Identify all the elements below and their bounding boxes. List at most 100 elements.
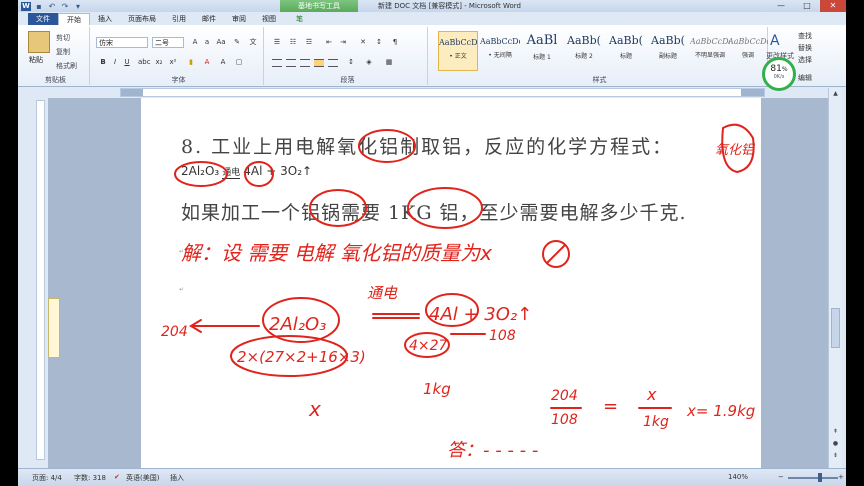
context-tab-group: 基地书写工具 bbox=[280, 0, 358, 12]
increase-indent-icon[interactable]: ⇥ bbox=[338, 37, 348, 47]
font-group-label: 字体 bbox=[171, 76, 186, 84]
vertical-ruler[interactable] bbox=[36, 100, 45, 460]
clear-format-icon[interactable]: ✎ bbox=[232, 37, 242, 47]
horizontal-ruler[interactable] bbox=[120, 88, 765, 97]
font-size-select[interactable]: 二号 bbox=[152, 37, 184, 48]
show-marks-icon[interactable]: ¶ bbox=[390, 37, 400, 47]
redo-icon[interactable]: ↷ bbox=[60, 2, 70, 11]
style-emphasis[interactable]: AaBbCcDd 强调 bbox=[728, 31, 768, 71]
customize-qat-icon[interactable]: ▾ bbox=[73, 2, 83, 11]
clipboard-group: 粘贴 剪切 复制 格式刷 剪贴板 bbox=[22, 27, 90, 85]
style-subtitle[interactable]: AaBb( 副标题 bbox=[648, 31, 688, 71]
browse-object-icon[interactable]: ● bbox=[831, 440, 840, 449]
shrink-font-icon[interactable]: a bbox=[202, 37, 212, 47]
align-center-icon[interactable] bbox=[286, 59, 296, 67]
select-button[interactable]: 选择 bbox=[798, 55, 812, 65]
style-heading-1[interactable]: AaBl 标题 1 bbox=[522, 31, 562, 71]
superscript-icon[interactable]: x² bbox=[168, 57, 178, 67]
distributed-icon[interactable] bbox=[328, 59, 338, 67]
align-left-icon[interactable] bbox=[272, 59, 282, 67]
change-case-icon[interactable]: Aa bbox=[216, 37, 226, 47]
word-app-icon[interactable]: W bbox=[21, 1, 31, 11]
tab-insert[interactable]: 插入 bbox=[90, 13, 120, 25]
tab-view[interactable]: 视图 bbox=[254, 13, 284, 25]
font-name-select[interactable]: 仿宋 bbox=[96, 37, 148, 48]
tab-file[interactable]: 文件 bbox=[28, 13, 58, 25]
vertical-scrollbar[interactable]: ▲ ⇞ ● ⇟ bbox=[828, 88, 842, 468]
scroll-up-icon[interactable]: ▲ bbox=[831, 90, 840, 99]
subscript-icon[interactable]: x₂ bbox=[154, 57, 164, 67]
cut-button[interactable]: 剪切 bbox=[56, 33, 70, 43]
tab-references[interactable]: 引用 bbox=[164, 13, 194, 25]
bold-icon[interactable]: B bbox=[98, 57, 108, 67]
format-painter-button[interactable]: 格式刷 bbox=[56, 61, 77, 71]
undo-icon[interactable]: ↶ bbox=[47, 2, 57, 11]
style-name: • 无间隔 bbox=[488, 52, 512, 59]
document-page[interactable]: 8. 工业上用电解氧化铝制取铝，反应的化学方程式： 2Al₂O₃ 通电 4Al + … bbox=[141, 98, 761, 468]
maximize-button[interactable]: □ bbox=[794, 0, 820, 12]
prev-page-icon[interactable]: ⇞ bbox=[831, 428, 840, 437]
highlight-icon[interactable]: ▮ bbox=[186, 57, 196, 67]
bullets-icon[interactable]: ☰ bbox=[272, 37, 282, 47]
style-heading-2[interactable]: AaBb( 标题 2 bbox=[564, 31, 604, 71]
status-insert-mode[interactable]: 插入 bbox=[170, 473, 184, 483]
status-page[interactable]: 页面: 4/4 bbox=[32, 473, 62, 483]
justify-icon[interactable] bbox=[314, 59, 324, 67]
style-name: 强调 bbox=[741, 52, 754, 59]
style-sample: AaBb( bbox=[567, 34, 601, 47]
status-zoom[interactable]: 140% bbox=[728, 473, 748, 481]
font-color-icon[interactable]: A bbox=[202, 57, 212, 67]
network-speed-badge: 81% 0K/s bbox=[762, 57, 796, 91]
borders-icon[interactable]: ▦ bbox=[384, 57, 394, 67]
numbering-icon[interactable]: ☷ bbox=[288, 37, 298, 47]
save-icon[interactable]: ▪ bbox=[34, 2, 44, 11]
minimize-button[interactable]: — bbox=[768, 0, 794, 12]
close-button[interactable]: ✕ bbox=[820, 0, 846, 12]
scroll-thumb[interactable] bbox=[831, 308, 840, 348]
tab-mailings[interactable]: 邮件 bbox=[194, 13, 224, 25]
zoom-in-button[interactable]: + bbox=[838, 473, 844, 481]
char-border-icon[interactable]: ▢ bbox=[234, 57, 244, 67]
line-spacing-icon[interactable]: ↕ bbox=[346, 57, 356, 67]
next-page-icon[interactable]: ⇟ bbox=[831, 452, 840, 461]
side-tab[interactable] bbox=[48, 298, 60, 358]
document-canvas: 8. 工业上用电解氧化铝制取铝，反应的化学方程式： 2Al₂O₃ 通电 4Al + … bbox=[48, 98, 828, 468]
sort-icon[interactable]: ↕ bbox=[374, 37, 384, 47]
char-shading-icon[interactable]: A bbox=[218, 57, 228, 67]
paste-icon[interactable] bbox=[28, 31, 50, 53]
style-subtle-emphasis[interactable]: AaBbCcDd 不明显强调 bbox=[690, 31, 730, 71]
hw-answer-x: x= 1.9kg bbox=[686, 402, 755, 420]
style-name: 不明显强调 bbox=[694, 52, 725, 59]
hw-rhs-den: 1kg bbox=[643, 414, 669, 430]
proofing-icon[interactable]: ✔ bbox=[114, 473, 120, 481]
chinese-layout-icon[interactable]: ✕ bbox=[358, 37, 368, 47]
align-right-icon[interactable] bbox=[300, 59, 310, 67]
paste-button[interactable]: 粘贴 bbox=[29, 55, 43, 65]
zoom-slider[interactable] bbox=[788, 477, 838, 479]
find-button[interactable]: 查找 bbox=[798, 31, 812, 41]
grow-font-icon[interactable]: A bbox=[190, 37, 200, 47]
underline-icon[interactable]: U bbox=[122, 57, 132, 67]
change-styles-icon[interactable]: A bbox=[770, 33, 780, 49]
style-no-spacing[interactable]: AaBbCcDd • 无间隔 bbox=[480, 31, 520, 71]
zoom-slider-knob[interactable] bbox=[818, 473, 822, 482]
status-language[interactable]: 英语(美国) bbox=[126, 473, 159, 483]
copy-button[interactable]: 复制 bbox=[56, 47, 70, 57]
badge-percent-unit: % bbox=[781, 66, 788, 73]
replace-button[interactable]: 替换 bbox=[798, 43, 812, 53]
tab-pen[interactable]: 笔 bbox=[288, 13, 311, 25]
style-name: 标题 1 bbox=[533, 54, 551, 61]
strikethrough-icon[interactable]: abc bbox=[138, 57, 151, 67]
tab-review[interactable]: 审阅 bbox=[224, 13, 254, 25]
tab-home[interactable]: 开始 bbox=[58, 13, 90, 25]
multilevel-list-icon[interactable]: ☲ bbox=[304, 37, 314, 47]
decrease-indent-icon[interactable]: ⇤ bbox=[324, 37, 334, 47]
zoom-out-button[interactable]: − bbox=[778, 473, 784, 481]
status-words[interactable]: 字数: 318 bbox=[74, 473, 106, 483]
style-title[interactable]: AaBb( 标题 bbox=[606, 31, 646, 71]
italic-icon[interactable]: I bbox=[110, 57, 120, 67]
phonetic-icon[interactable]: 文 bbox=[248, 37, 258, 47]
tab-page-layout[interactable]: 页面布局 bbox=[120, 13, 164, 25]
style-normal[interactable]: AaBbCcDd • 正文 bbox=[438, 31, 478, 71]
shading-icon[interactable]: ◈ bbox=[364, 57, 374, 67]
